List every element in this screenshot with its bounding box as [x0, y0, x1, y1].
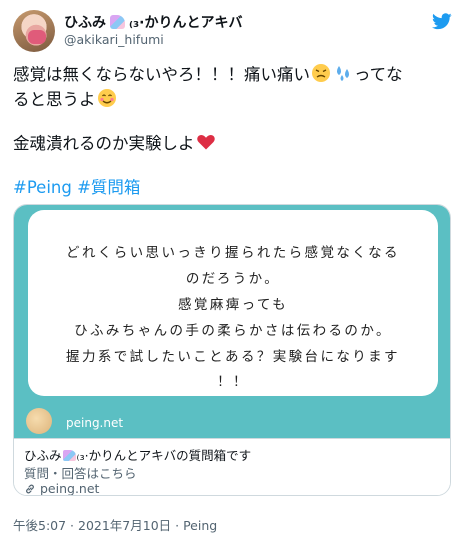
- question-line: どれくらい思いっきり握られたら感覚なくなる: [66, 245, 400, 261]
- display-name[interactable]: ひふみ ₍₃·かりんとアキバ: [64, 12, 242, 32]
- card-title: ひふみ ₍₃·かりんとアキバの質問箱です: [24, 445, 251, 464]
- tweet-text-3: 金魂潰れるのか実験しよ: [13, 134, 195, 153]
- link-icon: [26, 484, 34, 493]
- unicorn-icon: [110, 15, 125, 29]
- tweet-line-2: ると思うよ: [13, 87, 453, 112]
- tweet-text-1-tail: ってな: [354, 65, 403, 84]
- tweet-text-1: 感覚は無くならないやろ！！！痛い痛い: [13, 65, 310, 84]
- card-link-text: peing.net: [40, 481, 100, 496]
- smiling-face-icon: [97, 89, 116, 107]
- question-line: ！！: [217, 374, 249, 390]
- unicorn-icon: [62, 450, 76, 461]
- question-line: 感覚麻痺っても: [178, 297, 288, 313]
- card-title-prefix: ひふみ: [24, 448, 62, 463]
- tweet-line-3: 金魂潰れるのか実験しよ: [13, 131, 453, 156]
- card-description: 質問・回答はこちら: [24, 466, 137, 481]
- question-line: ひふみちゃんの手の柔らかさは伝わるのか。: [74, 323, 392, 339]
- tweet-text-2: ると思うよ: [13, 90, 96, 109]
- tweet-timestamp[interactable]: 午後5:07 · 2021年7月10日 · Peing: [13, 515, 217, 534]
- sweat-droplets-icon: [337, 66, 349, 81]
- question-line: のだろうか。: [185, 271, 281, 287]
- card-meta[interactable]: ひふみ ₍₃·かりんとアキバの質問箱です 質問・回答はこちら peing.net: [14, 438, 450, 496]
- twitter-bird-icon[interactable]: [432, 13, 452, 30]
- hashtags[interactable]: #Peing #質問箱: [13, 175, 453, 200]
- tweet: ひふみ ₍₃·かりんとアキバ @akikari_hifumi 感覚は無くならない…: [0, 0, 466, 540]
- display-name-suffix: ₍₃·かりんとアキバ: [129, 15, 243, 31]
- card-image[interactable]: どれくらい思いっきり握られたら感覚なくなる のだろうか。 感覚麻痺っても ひふみ…: [14, 205, 450, 438]
- peing-logo-icon: [26, 408, 52, 434]
- card-title-suffix: ₍₃·かりんとアキバの質問箱です: [76, 448, 252, 463]
- tweet-line-1: 感覚は無くならないやろ！！！痛い痛い ってな: [13, 62, 453, 87]
- avatar[interactable]: [13, 10, 55, 52]
- question-box: どれくらい思いっきり握られたら感覚なくなる のだろうか。 感覚麻痺っても ひふみ…: [28, 210, 438, 396]
- link-card[interactable]: どれくらい思いっきり握られたら感覚なくなる のだろうか。 感覚麻痺っても ひふみ…: [13, 204, 451, 496]
- display-name-prefix: ひふみ: [64, 15, 106, 31]
- question-line: 握力系で試したいことある？実験台になります: [66, 349, 400, 365]
- red-heart-icon: [196, 135, 215, 150]
- mask-decoration: [28, 30, 46, 44]
- user-handle[interactable]: @akikari_hifumi: [64, 32, 164, 47]
- persevering-face-icon: [312, 64, 330, 82]
- card-link[interactable]: peing.net: [24, 481, 100, 496]
- peing-site-name: peing.net: [66, 416, 124, 430]
